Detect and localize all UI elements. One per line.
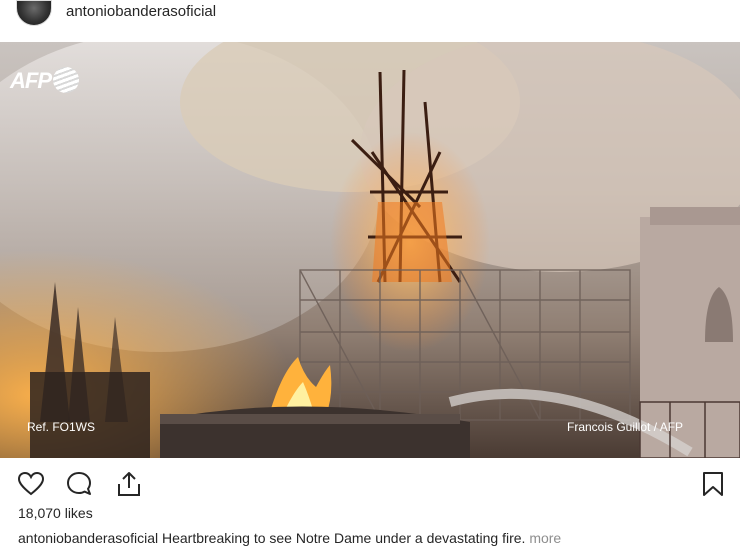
caption-text: Heartbreaking to see Notre Dame under a …: [162, 530, 526, 546]
heart-icon[interactable]: [17, 470, 45, 498]
likes-count[interactable]: 18,070 likes: [18, 505, 93, 521]
afp-logo: AFP: [10, 67, 79, 94]
post-header: antoniobanderasoficial: [0, 0, 740, 42]
afp-logo-text: AFP: [10, 68, 52, 93]
caption-more-link[interactable]: more: [529, 530, 561, 546]
post-actions-bar: [0, 462, 740, 502]
globe-icon: [53, 67, 79, 93]
photo-credit-text: Francois Guillot / AFP: [567, 420, 684, 434]
avatar[interactable]: [16, 0, 52, 26]
post-caption: antoniobanderasoficial Heartbreaking to …: [18, 530, 561, 546]
post-username[interactable]: antoniobanderasoficial: [66, 3, 216, 20]
post-photo[interactable]: AFP Ref. FO1WS Francois Guillot / AFP: [0, 42, 740, 458]
bookmark-icon[interactable]: [699, 470, 727, 498]
caption-username[interactable]: antoniobanderasoficial: [18, 530, 158, 546]
fire-scene-illustration: [0, 42, 740, 458]
share-icon[interactable]: [115, 470, 143, 498]
photo-ref-text: Ref. FO1WS: [27, 420, 96, 434]
comment-icon[interactable]: [65, 470, 93, 498]
